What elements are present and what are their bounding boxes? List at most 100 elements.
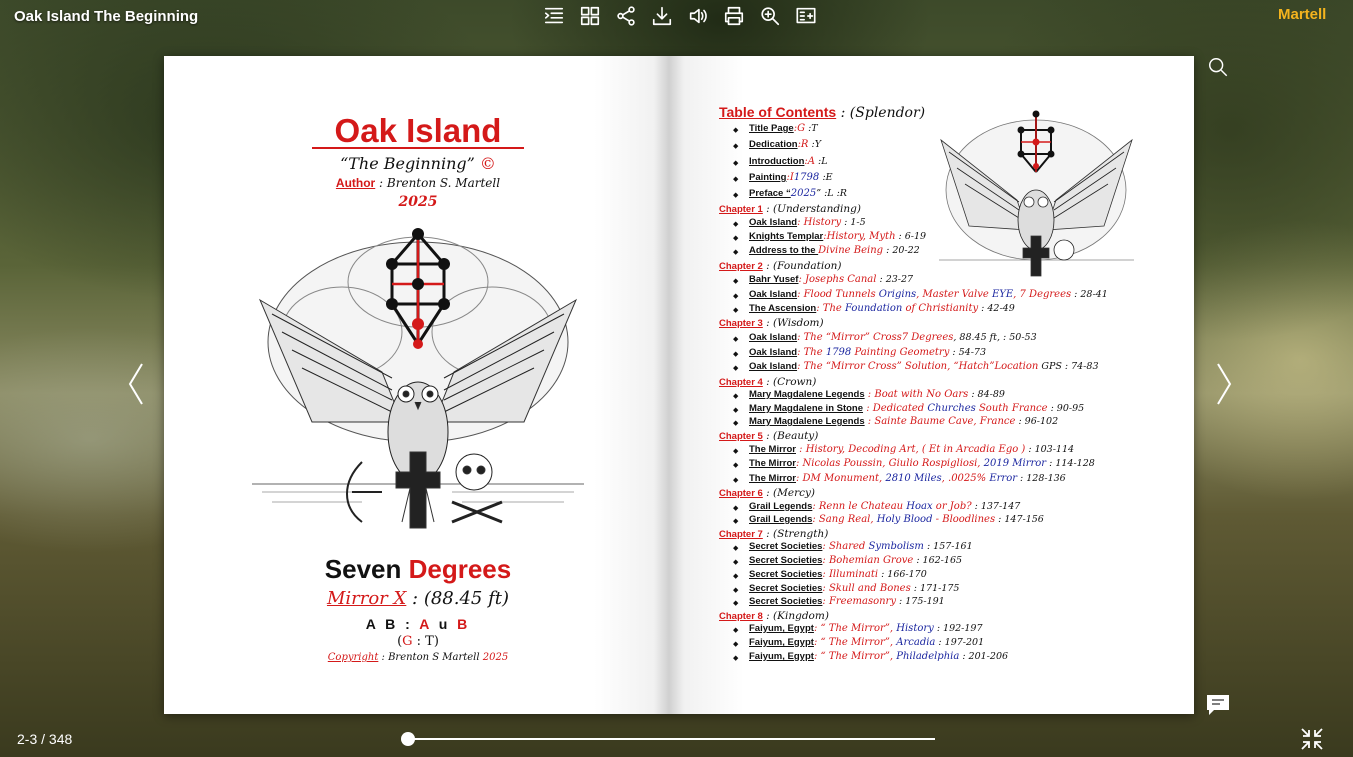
bottom-bar bbox=[0, 728, 1353, 757]
brand-logo[interactable]: Martell bbox=[1278, 6, 1326, 23]
toc-entry-text: Faiyum, Egypt: “ The Mirror”, History : … bbox=[749, 623, 983, 634]
toc-entry-text: Grail Legends: Renn le Chateau Hoax or J… bbox=[749, 501, 1020, 512]
toc-entry[interactable]: Oak Island: The “Mirror Cross” Solution,… bbox=[733, 361, 1098, 374]
share-icon[interactable] bbox=[608, 4, 644, 28]
toc-entry[interactable]: The Mirror : History, Decoding Art, ( Et… bbox=[733, 444, 1074, 457]
toc-entry[interactable]: Address to the Divine Being : 20-22 bbox=[733, 245, 920, 258]
chapter-label[interactable]: Chapter 3 bbox=[719, 318, 763, 329]
toc-entry[interactable]: Grail Legends: Sang Real, Holy Blood - B… bbox=[733, 514, 1044, 527]
toc-entry-p: : 20-22 bbox=[883, 245, 920, 256]
toc-entry[interactable]: Oak Island: Flood Tunnels Origins, Maste… bbox=[733, 289, 1108, 302]
title-underline bbox=[312, 147, 524, 149]
thumbnails-icon[interactable] bbox=[572, 4, 608, 28]
search-icon[interactable] bbox=[1207, 56, 1229, 78]
toc-chapter-heading[interactable]: Chapter 1 : (Understanding) bbox=[719, 203, 861, 215]
toc-entry-k: Title Page bbox=[749, 123, 794, 134]
comment-icon[interactable] bbox=[1206, 694, 1230, 716]
chapter-label[interactable]: Chapter 8 bbox=[719, 611, 763, 622]
sound-icon[interactable] bbox=[680, 4, 716, 28]
toc-entry[interactable]: Oak Island: History : 1-5 bbox=[733, 217, 866, 230]
owl-tree-illustration bbox=[252, 228, 584, 529]
toc-entry-v: : Sang Real, bbox=[812, 514, 877, 525]
toc-entry-text: Faiyum, Egypt: “ The Mirror”, Philadelph… bbox=[749, 651, 1008, 662]
toc-chapter-heading[interactable]: Chapter 2 : (Foundation) bbox=[719, 260, 841, 272]
toc-entry[interactable]: Mary Magdalene in Stone : Dedicated Chur… bbox=[733, 403, 1084, 416]
toc-chapter-heading[interactable]: Chapter 5 : (Beauty) bbox=[719, 430, 818, 442]
toc-entry[interactable]: Dedication:R :Y bbox=[733, 139, 821, 152]
toc-chapter-heading[interactable]: Chapter 3 : (Wisdom) bbox=[719, 317, 824, 329]
toc-entry-v: : The “Mirror Cross” Solution, “Hatch” bbox=[797, 361, 995, 372]
toc-entry-text: Secret Societies: Illuminati : 166-170 bbox=[749, 569, 927, 580]
toc-entry-v: :R bbox=[797, 139, 809, 150]
toc-entry-text: Preface “2025” :L :R bbox=[749, 188, 847, 199]
book-spread[interactable]: Oak Island “The Beginning” © Author : Br… bbox=[164, 56, 1194, 714]
toc-entry[interactable]: Title Page:G :T bbox=[733, 123, 818, 136]
toc-entry[interactable]: Secret Societies: Illuminati : 166-170 bbox=[733, 569, 927, 582]
toc-entry-v: : Shared bbox=[822, 541, 869, 552]
toc-entry-k: Grail Legends bbox=[749, 501, 813, 512]
toc-chapter-heading[interactable]: Chapter 4 : (Crown) bbox=[719, 376, 816, 388]
exit-fullscreen-icon[interactable] bbox=[1300, 727, 1324, 751]
toc-entry[interactable]: Secret Societies: Bohemian Grove : 162-1… bbox=[733, 555, 963, 568]
toc-entry[interactable]: Painting:I1798 :E bbox=[733, 172, 833, 185]
toc-entry[interactable]: Grail Legends: Renn le Chateau Hoax or J… bbox=[733, 501, 1020, 514]
chapter-label[interactable]: Chapter 6 bbox=[719, 488, 763, 499]
toc-entry[interactable]: Faiyum, Egypt: “ The Mirror”, Arcadia : … bbox=[733, 637, 984, 650]
toc-heading: Table of Contents : (Splendor) bbox=[719, 104, 926, 121]
next-page-icon[interactable] bbox=[1212, 360, 1236, 408]
toc-entry-p: : 84-89 bbox=[968, 389, 1005, 400]
toc-entry-v2: of Christianity bbox=[902, 303, 979, 314]
toc-chapter-heading[interactable]: Chapter 7 : (Strength) bbox=[719, 528, 828, 540]
toc-entry-p: : 6-19 bbox=[895, 231, 927, 242]
toc-entry[interactable]: Secret Societies: Freemasonry : 175-191 bbox=[733, 596, 945, 609]
toc-entry-text: Oak Island: The 1798 Painting Geometry :… bbox=[749, 347, 986, 358]
toc-entry[interactable]: Mary Magdalene Legends : Sainte Baume Ca… bbox=[733, 416, 1058, 429]
previous-page-icon[interactable] bbox=[124, 360, 148, 408]
toc-entry[interactable]: Oak Island: The 1798 Painting Geometry :… bbox=[733, 347, 986, 360]
chapter-label[interactable]: Chapter 5 bbox=[719, 431, 763, 442]
toc-entry-b: Arcadia bbox=[896, 637, 936, 648]
table-of-contents-icon[interactable] bbox=[536, 4, 572, 28]
toc-entry-text: Dedication:R :Y bbox=[749, 139, 821, 150]
toc-entry[interactable]: Mary Magdalene Legends : Boat with No Oa… bbox=[733, 389, 1005, 402]
toc-entry[interactable]: The Ascension: The Foundation of Christi… bbox=[733, 303, 1015, 316]
zoom-icon[interactable] bbox=[752, 4, 788, 28]
toc-entry-text: Mary Magdalene Legends : Boat with No Oa… bbox=[749, 389, 1005, 400]
chapter-label[interactable]: Chapter 1 bbox=[719, 204, 763, 215]
toc-entry-v: : Renn le Chateau bbox=[812, 501, 907, 512]
toc-chapter-heading[interactable]: Chapter 8 : (Kingdom) bbox=[719, 610, 829, 622]
toc-entry[interactable]: Preface “2025” :L :R bbox=[733, 188, 847, 201]
toc-chapter-heading[interactable]: Chapter 6 : (Mercy) bbox=[719, 487, 815, 499]
toc-entry-text: Mary Magdalene in Stone : Dedicated Chur… bbox=[749, 403, 1084, 414]
toc-entry[interactable]: Faiyum, Egypt: “ The Mirror”, History : … bbox=[733, 623, 983, 636]
toc-entry[interactable]: Secret Societies: Shared Symbolism : 157… bbox=[733, 541, 973, 554]
toc-entry-p: : 162-165 bbox=[913, 555, 963, 566]
toc-entry-v: : Josephs Canal bbox=[798, 274, 877, 285]
toc-entry-v: :History, Myth bbox=[823, 231, 896, 242]
add-note-icon[interactable] bbox=[788, 4, 824, 28]
toc-entry-k: The Mirror bbox=[749, 444, 796, 455]
toc-entry-v: : Freemasonry bbox=[822, 596, 896, 607]
chapter-label[interactable]: Chapter 2 bbox=[719, 261, 763, 272]
toc-entry-p: : 90-95 bbox=[1047, 403, 1085, 414]
toc-entry-k: The Ascension bbox=[749, 303, 817, 314]
toc-entry[interactable]: Knights Templar:History, Myth : 6-19 bbox=[733, 231, 927, 244]
download-icon[interactable] bbox=[644, 4, 680, 28]
chapter-label[interactable]: Chapter 4 bbox=[719, 377, 763, 388]
chapter-subtitle: : (Beauty) bbox=[762, 430, 819, 442]
chapter-subtitle: : (Strength) bbox=[762, 528, 829, 540]
toc-entry[interactable]: Secret Societies: Skull and Bones : 171-… bbox=[733, 583, 959, 596]
toc-entry[interactable]: The Mirror: DM Monument, 2810 Miles, .00… bbox=[733, 473, 1066, 486]
toc-entry-v: :G bbox=[793, 123, 806, 134]
toc-entry-k: Address to the bbox=[749, 245, 819, 256]
page-slider-track[interactable] bbox=[405, 738, 935, 740]
toc-entry[interactable]: Introduction:A :L bbox=[733, 156, 828, 169]
chapter-label[interactable]: Chapter 7 bbox=[719, 529, 763, 540]
toc-entry-v: : History, Decoding Art, ( Et in Arcadia… bbox=[795, 444, 1026, 455]
toc-entry[interactable]: Faiyum, Egypt: “ The Mirror”, Philadelph… bbox=[733, 651, 1008, 664]
toc-entry[interactable]: Bahr Yusef: Josephs Canal : 23-27 bbox=[733, 274, 913, 287]
toc-entry[interactable]: Oak Island: The “Mirror” Cross7 Degrees,… bbox=[733, 332, 1037, 345]
print-icon[interactable] bbox=[716, 4, 752, 28]
toc-entry-p: : 54-73 bbox=[949, 347, 986, 358]
toc-entry[interactable]: The Mirror: Nicolas Poussin, Giulio Rosp… bbox=[733, 458, 1095, 471]
